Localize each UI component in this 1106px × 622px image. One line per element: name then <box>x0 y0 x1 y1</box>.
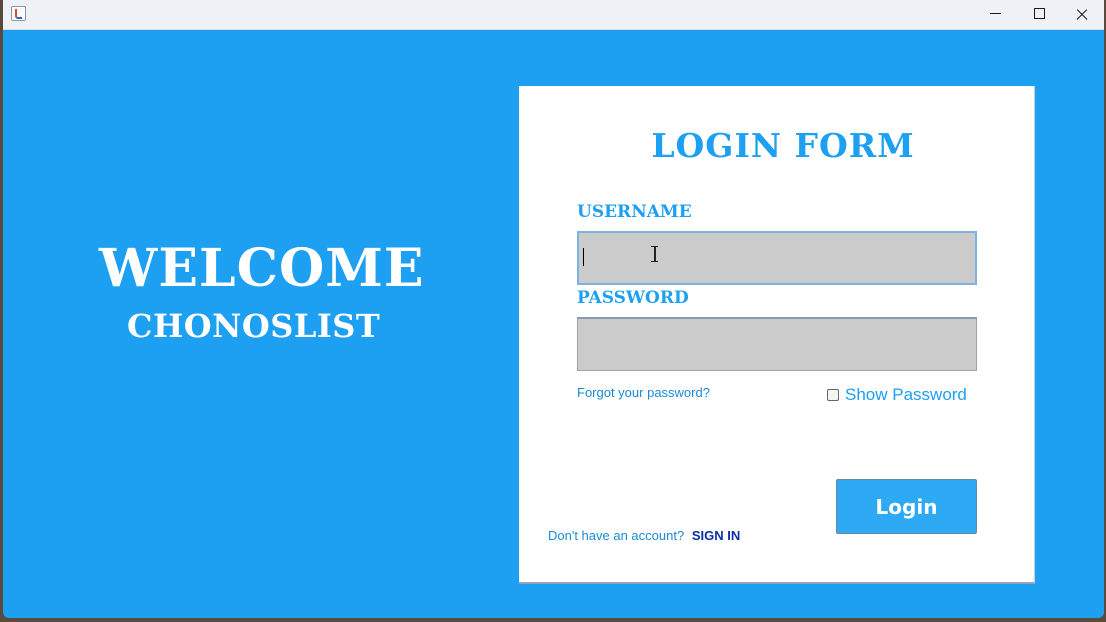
title-bar[interactable] <box>3 0 1104 30</box>
minimize-button[interactable] <box>973 0 1017 29</box>
app-window: WELCOME CHONOSLIST LOGIN FORM USERNAME P… <box>3 0 1104 618</box>
app-name-heading: CHONOSLIST <box>127 307 381 345</box>
username-input[interactable] <box>577 231 977 285</box>
welcome-heading: WELCOME <box>99 238 425 299</box>
no-account-text: Don't have an account? <box>548 528 685 543</box>
sign-in-link[interactable]: SIGN IN <box>692 528 740 543</box>
close-button[interactable] <box>1060 0 1104 29</box>
show-password-toggle[interactable]: Show Password <box>827 385 967 405</box>
login-button[interactable]: Login <box>836 479 977 534</box>
password-label: PASSWORD <box>577 288 689 308</box>
signup-prompt: Don't have an account? SIGN IN <box>548 528 740 543</box>
form-title: LOGIN FORM <box>651 126 915 165</box>
show-password-checkbox[interactable] <box>827 389 839 401</box>
text-caret <box>583 248 584 266</box>
ibeam-cursor-icon <box>651 246 659 262</box>
password-input[interactable] <box>577 317 977 371</box>
show-password-label[interactable]: Show Password <box>845 385 967 405</box>
login-panel: LOGIN FORM USERNAME PASSWORD Forgot your… <box>519 86 1035 584</box>
maximize-button[interactable] <box>1017 0 1061 29</box>
username-label: USERNAME <box>577 202 692 222</box>
forgot-password-link[interactable]: Forgot your password? <box>577 385 710 400</box>
java-app-icon <box>11 6 26 21</box>
